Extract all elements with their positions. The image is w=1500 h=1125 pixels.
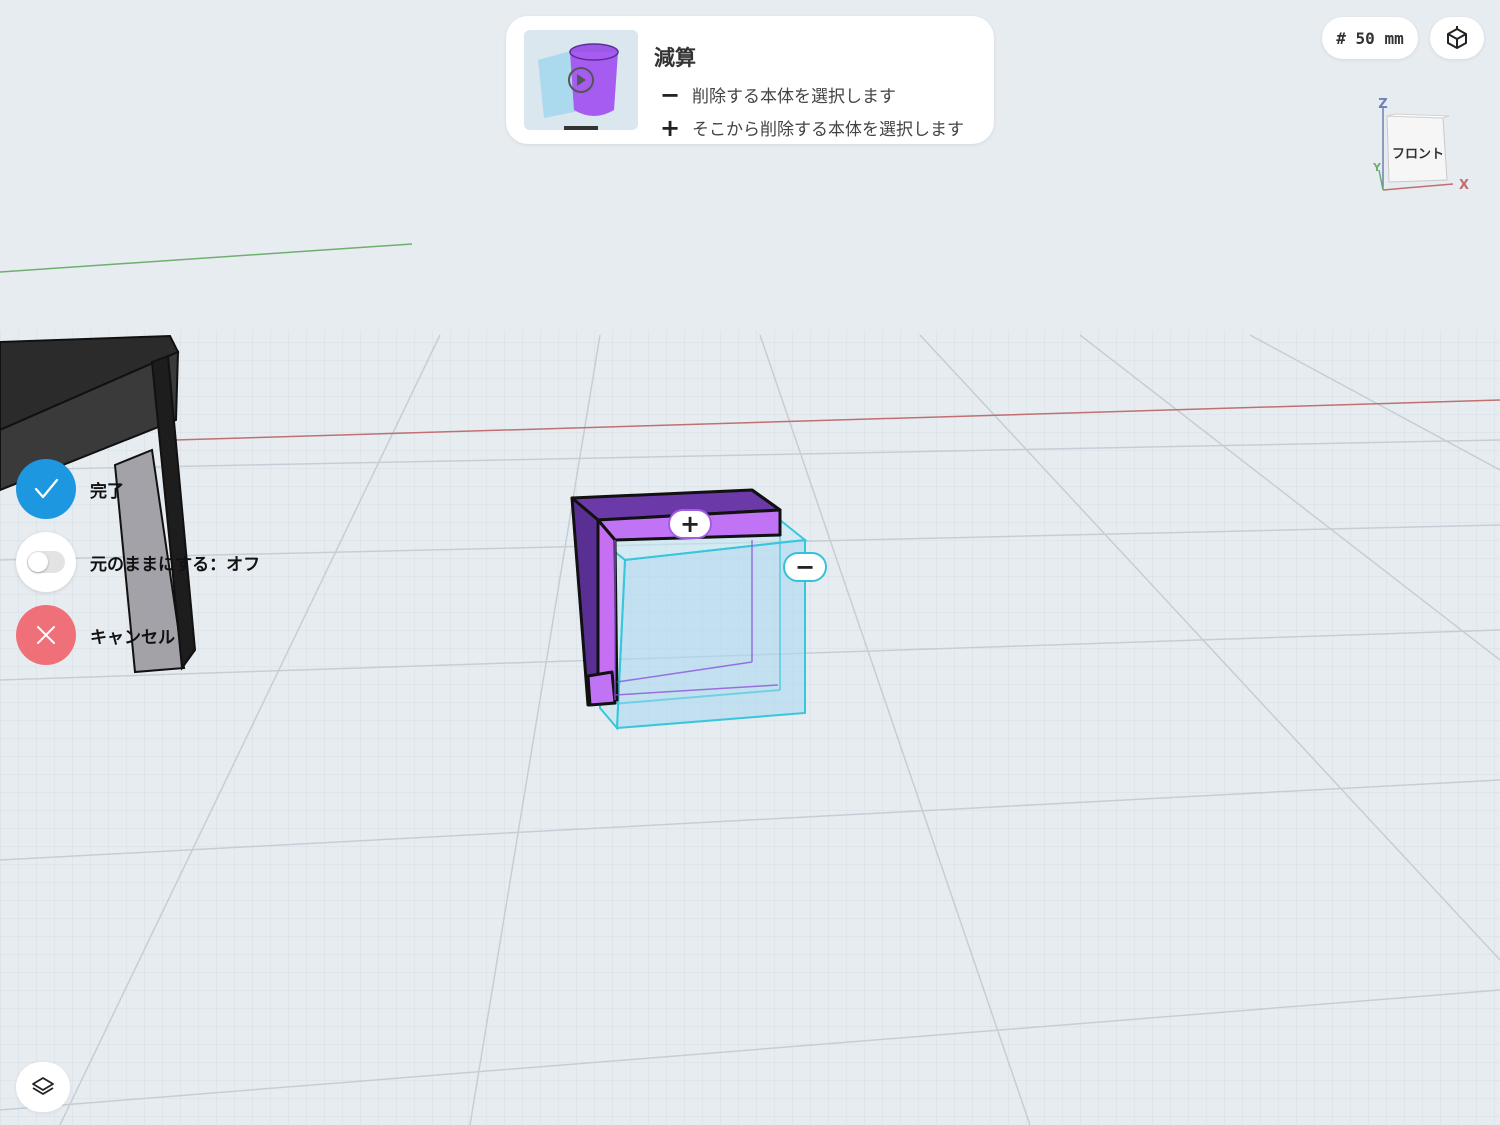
instruction-step-remove: − 削除する本体を選択します: [658, 80, 896, 109]
checkmark-icon: [34, 478, 59, 499]
done-action[interactable]: 完了: [16, 459, 124, 519]
plus-icon: +: [659, 113, 681, 142]
grid-floor: [0, 330, 1500, 1125]
done-button[interactable]: [16, 459, 76, 519]
keep-original-toggle[interactable]: [27, 551, 65, 573]
gizmo-x-label: X: [1459, 178, 1469, 193]
close-icon: [37, 626, 55, 644]
cancel-action[interactable]: キャンセル: [16, 605, 175, 665]
done-label: 完了: [90, 481, 124, 502]
subtract-tool-box[interactable]: [597, 518, 808, 731]
remove-tool-handle[interactable]: −: [783, 552, 827, 582]
step-remove-text: 削除する本体を選択します: [692, 87, 896, 107]
layers-button[interactable]: [16, 1062, 70, 1112]
minus-icon: −: [659, 80, 681, 109]
cancel-button[interactable]: [16, 605, 76, 665]
keep-original-toggle-button[interactable]: [16, 532, 76, 592]
instruction-card: 減算 − 削除する本体を選択します + そこから削除する本体を選択します: [506, 16, 994, 144]
step-from-text: そこから削除する本体を選択します: [692, 120, 964, 140]
view-cube-icon: [1447, 26, 1467, 49]
view-cube[interactable]: フロント Z Y X: [1365, 92, 1475, 202]
toggle-knob: [28, 552, 48, 572]
grid-size-label: # 50 mm: [1336, 28, 1404, 48]
gizmo-y-label: Y: [1372, 161, 1382, 174]
layers-icon: [32, 1077, 54, 1095]
gizmo-x-axis: [1382, 183, 1454, 191]
subtract-tutorial-thumbnail[interactable]: [524, 30, 638, 130]
grid-size-button[interactable]: # 50 mm: [1322, 17, 1418, 59]
view-mode-button[interactable]: [1430, 17, 1484, 59]
operation-title: 減算: [654, 46, 696, 70]
add-target-handle[interactable]: +: [668, 509, 712, 539]
cancel-label: キャンセル: [90, 627, 175, 648]
instruction-step-from: + そこから削除する本体を選択します: [658, 113, 964, 142]
keep-original-label: 元のままにする：オフ: [90, 554, 261, 575]
view-cube-front-label[interactable]: フロント: [1392, 147, 1444, 162]
gizmo-z-label: Z: [1378, 97, 1387, 112]
keep-original-action[interactable]: 元のままにする：オフ: [16, 532, 260, 592]
